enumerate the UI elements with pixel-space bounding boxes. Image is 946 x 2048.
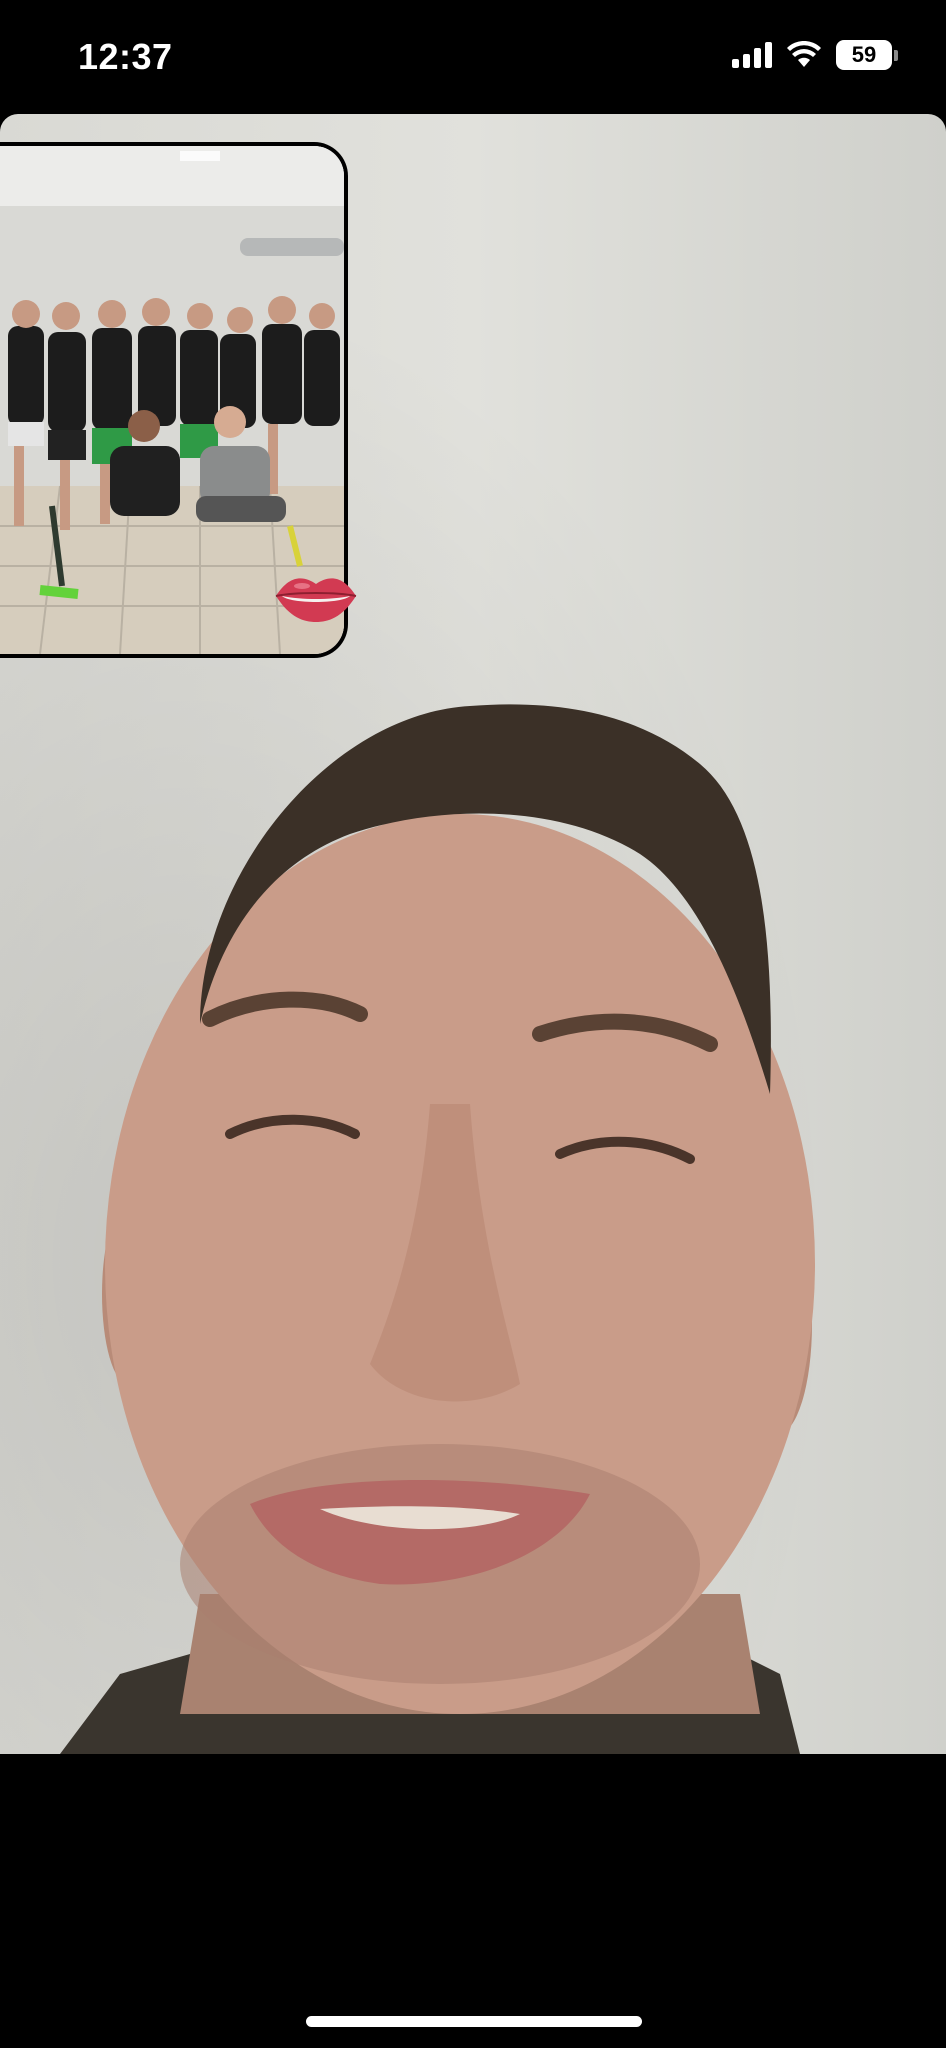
cellular-signal-icon bbox=[732, 42, 772, 68]
status-icons: 59 bbox=[732, 40, 898, 70]
kiss-lips-sticker[interactable] bbox=[272, 566, 360, 626]
status-bar: 12:37 59 bbox=[0, 0, 946, 114]
battery-icon: 59 bbox=[836, 40, 898, 70]
status-time: 12:37 bbox=[78, 36, 173, 77]
wifi-icon bbox=[787, 41, 821, 67]
battery-level: 59 bbox=[836, 40, 892, 70]
battery-cap bbox=[894, 49, 898, 61]
bottom-black-area bbox=[0, 1754, 946, 2048]
home-indicator[interactable] bbox=[306, 2016, 642, 2027]
